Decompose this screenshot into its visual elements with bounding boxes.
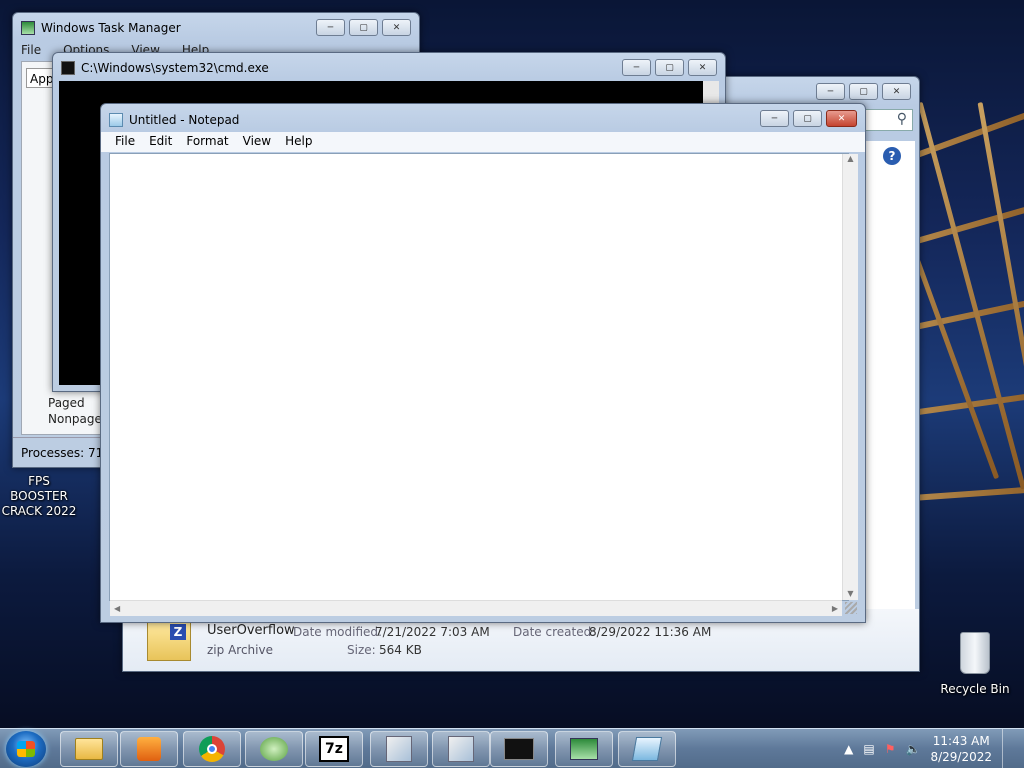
resize-grip-icon[interactable]	[845, 602, 857, 614]
close-button[interactable]: ✕	[882, 83, 911, 100]
system-tray: ▲ ▤ ⚑ 🔈 11:43 AM 8/29/2022	[844, 729, 1014, 768]
scroll-right-arrow-icon[interactable]: ▶	[832, 604, 838, 613]
maximize-button[interactable]: ▢	[793, 110, 822, 127]
task-manager-icon	[570, 738, 598, 760]
start-button[interactable]	[6, 731, 46, 767]
installer-icon	[386, 736, 412, 762]
size-value: 564 KB	[379, 643, 422, 657]
notepad-icon	[631, 737, 663, 761]
horizontal-scrollbar[interactable]: ◀ ▶	[110, 600, 842, 616]
close-button[interactable]: ✕	[688, 59, 717, 76]
notepad-titlebar[interactable]: Untitled - Notepad	[109, 111, 239, 129]
menu-edit[interactable]: Edit	[149, 134, 172, 150]
action-center-flag-icon[interactable]: ⚑	[885, 742, 896, 756]
close-button[interactable]: ✕	[382, 19, 411, 36]
desktop-icon-recycle-bin[interactable]: Recycle Bin	[940, 632, 1010, 702]
taskbar-control-panel-button[interactable]	[245, 731, 303, 767]
taskbar-media-player-button[interactable]	[120, 731, 178, 767]
network-icon[interactable]: ▤	[863, 742, 874, 756]
process-count: Processes: 71	[21, 446, 104, 460]
date-modified-value: 7/21/2022 7:03 AM	[375, 625, 490, 639]
taskbar-chrome-button[interactable]	[183, 731, 241, 767]
date-created-label: Date created:	[513, 625, 596, 639]
task-manager-titlebar[interactable]: Windows Task Manager	[21, 19, 181, 37]
maximize-button[interactable]: ▢	[349, 19, 378, 36]
control-panel-icon	[260, 737, 288, 761]
taskbar-7zip-button[interactable]: 7z	[305, 731, 363, 767]
task-manager-title: Windows Task Manager	[41, 21, 181, 35]
show-hidden-icons-icon[interactable]: ▲	[844, 742, 853, 756]
cmd-title: C:\Windows\system32\cmd.exe	[81, 61, 269, 75]
taskbar-cmd-button[interactable]	[490, 731, 548, 767]
menu-view[interactable]: View	[243, 134, 271, 150]
file-type: zip Archive	[207, 643, 273, 657]
date-created-value: 8/29/2022 11:36 AM	[589, 625, 712, 639]
taskbar-notepad-button[interactable]	[618, 731, 676, 767]
maximize-button[interactable]: ▢	[655, 59, 684, 76]
menu-file[interactable]: File	[115, 134, 135, 150]
folder-icon	[75, 738, 103, 760]
menu-help[interactable]: Help	[285, 134, 312, 150]
media-player-icon	[137, 737, 161, 761]
minimize-button[interactable]: ─	[316, 19, 345, 36]
maximize-button[interactable]: ▢	[849, 83, 878, 100]
paged-label: Paged	[48, 396, 85, 410]
notepad-window[interactable]: Untitled - Notepad ─ ▢ ✕ File Edit Forma…	[100, 103, 866, 623]
show-desktop-button[interactable]	[1002, 729, 1014, 768]
scroll-left-arrow-icon[interactable]: ◀	[114, 604, 120, 613]
scroll-down-arrow-icon[interactable]: ▼	[843, 589, 858, 598]
menu-file[interactable]: File	[21, 43, 41, 57]
taskbar-explorer-button[interactable]	[60, 731, 118, 767]
taskbar-installer-button-2[interactable]	[432, 731, 490, 767]
zip-file-icon: Z	[147, 621, 191, 661]
file-name[interactable]: UserOverflow	[207, 623, 295, 638]
clock[interactable]: 11:43 AM 8/29/2022	[930, 733, 992, 765]
volume-icon[interactable]: 🔈	[906, 742, 921, 756]
close-button[interactable]: ✕	[826, 110, 857, 127]
clock-time: 11:43 AM	[932, 734, 990, 748]
recycle-bin-label: Recycle Bin	[940, 682, 1010, 696]
notepad-icon	[109, 113, 123, 127]
chrome-icon	[199, 736, 225, 762]
notepad-text-area[interactable]	[109, 153, 849, 601]
taskbar-installer-button[interactable]	[370, 731, 428, 767]
minimize-button[interactable]: ─	[622, 59, 651, 76]
notepad-title: Untitled - Notepad	[129, 113, 240, 127]
installer-icon	[448, 736, 474, 762]
task-manager-icon	[21, 21, 35, 35]
help-icon[interactable]: ?	[883, 147, 901, 165]
minimize-button[interactable]: ─	[816, 83, 845, 100]
taskbar-task-manager-button[interactable]	[555, 731, 613, 767]
cmd-titlebar[interactable]: C:\Windows\system32\cmd.exe	[61, 59, 269, 77]
7zip-icon: 7z	[319, 736, 349, 762]
cmd-icon	[61, 61, 75, 75]
size-label: Size:	[347, 643, 376, 657]
vertical-scrollbar[interactable]: ▲ ▼	[842, 154, 858, 600]
cmd-icon	[504, 738, 534, 760]
clock-date: 8/29/2022	[930, 750, 992, 764]
notepad-menubar: File Edit Format View Help	[101, 132, 865, 152]
desktop-icon-fps-booster[interactable]: FPS BOOSTER CRACK 2022	[0, 474, 78, 519]
recycle-bin-icon	[960, 632, 990, 674]
search-icon[interactable]: ⚲	[897, 111, 907, 127]
minimize-button[interactable]: ─	[760, 110, 789, 127]
scroll-up-arrow-icon[interactable]: ▲	[843, 154, 858, 163]
date-modified-label: Date modified:	[293, 625, 383, 639]
taskbar: 7z ▲ ▤ ⚑ 🔈 11:43 AM 8/29/2022	[0, 728, 1024, 768]
menu-format[interactable]: Format	[186, 134, 228, 150]
